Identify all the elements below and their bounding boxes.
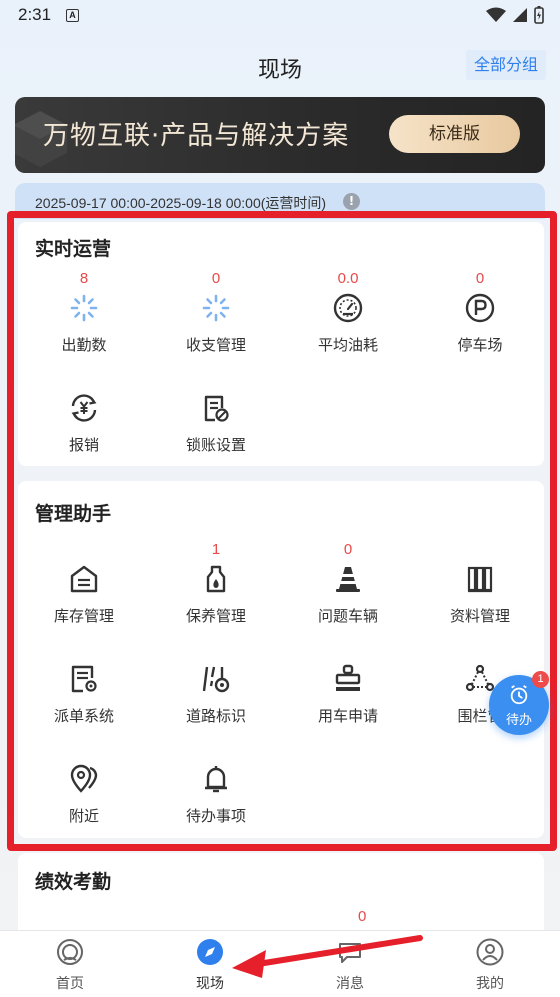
user-icon <box>476 938 504 966</box>
tab-home[interactable]: 首页 <box>0 931 140 997</box>
section-title-assistant: 管理助手 <box>35 499 111 528</box>
grid-item-parking[interactable]: 0 停车场 <box>414 270 546 362</box>
reimburse-label: 报销 <box>68 436 99 454</box>
wifi-icon <box>486 7 506 22</box>
stamp-icon <box>335 664 361 691</box>
documents-label: 资料管理 <box>449 607 510 625</box>
bottom-tab-bar: 首页 现场 消息 我的 <box>0 930 560 997</box>
todo-float-badge: 1 <box>532 671 549 688</box>
grid-item-car-request[interactable]: 用车申请 <box>282 643 414 733</box>
grid-item-lock-account[interactable]: 锁账设置 <box>150 372 282 462</box>
tab-home-label: 首页 <box>56 976 84 992</box>
income-expense-count: 0 <box>211 270 221 287</box>
warehouse-icon <box>70 565 98 593</box>
todo-float-label: 待办 <box>505 713 532 728</box>
grid-item-fuel[interactable]: 0.0 平均油耗 <box>282 270 414 362</box>
tab-mine-label: 我的 <box>476 976 504 992</box>
tab-messages-label: 消息 <box>336 976 364 992</box>
status-icons <box>486 6 544 24</box>
grid-item-nearby[interactable]: 附近 <box>18 743 150 833</box>
operating-time-text: 2025-09-17 00:00-2025-09-18 00:00(运营时间) <box>35 195 327 211</box>
problem-vehicle-count: 0 <box>343 541 353 558</box>
banner-text: 万物互联·产品与解决方案 <box>43 121 350 151</box>
tab-mine[interactable]: 我的 <box>420 931 560 997</box>
traffic-cone-icon <box>336 567 360 592</box>
grid-item-documents[interactable]: 资料管理 <box>414 543 546 633</box>
performance-count: 0 <box>358 908 367 925</box>
home-target-icon <box>57 939 83 965</box>
info-icon[interactable]: ! <box>343 193 360 210</box>
realtime-operation-card: 实时运营 8 出勤数 0 收支管理 0.0 平均油耗 0 停车场 报销 锁账设置 <box>18 222 544 466</box>
section-title-performance: 绩效考勤 <box>35 867 111 896</box>
bell-icon <box>205 766 227 793</box>
binders-icon <box>467 566 493 593</box>
message-icon <box>339 943 361 963</box>
grid-item-dispatch[interactable]: 派单系统 <box>18 643 150 733</box>
promo-banner[interactable]: 万物互联·产品与解决方案 标准版 <box>15 97 545 173</box>
operating-time-strip[interactable]: 2025-09-17 00:00-2025-09-18 00:00(运营时间) … <box>15 183 545 219</box>
attendance-label: 出勤数 <box>61 336 107 354</box>
location-pins-icon <box>70 764 98 793</box>
gauge-icon <box>333 293 363 323</box>
loading-icon <box>202 294 230 322</box>
tab-site[interactable]: 现场 <box>140 931 280 997</box>
car-request-label: 用车申请 <box>317 707 378 725</box>
nearby-label: 附近 <box>68 807 99 825</box>
maintenance-count: 1 <box>211 541 221 558</box>
road-sign-icon <box>202 666 230 693</box>
signal-icon <box>513 8 527 22</box>
status-bar: 2:31 A <box>0 0 560 32</box>
status-time: 2:31 <box>18 5 52 24</box>
todo-label: 待办事项 <box>185 807 246 825</box>
grid-item-problem-vehicle[interactable]: 0 问题车辆 <box>282 541 414 633</box>
inventory-label: 库存管理 <box>53 607 114 625</box>
compass-icon <box>197 939 223 965</box>
maintenance-label: 保养管理 <box>185 607 246 625</box>
parking-icon <box>465 293 495 323</box>
lock-account-label: 锁账设置 <box>185 436 246 454</box>
attendance-count: 8 <box>79 270 89 287</box>
notification-a-icon: A <box>66 9 79 22</box>
all-groups-button[interactable]: 全部分组 <box>465 50 546 80</box>
fence-icon <box>465 664 495 692</box>
grid-item-inventory[interactable]: 库存管理 <box>18 543 150 633</box>
fuel-count: 0.0 <box>337 270 359 287</box>
oil-bottle-icon <box>206 565 226 593</box>
grid-item-road-sign[interactable]: 道路标识 <box>150 643 282 733</box>
fuel-label: 平均油耗 <box>317 336 378 354</box>
tab-site-label: 现场 <box>196 976 224 992</box>
yen-refresh-icon <box>71 394 97 422</box>
problem-vehicle-label: 问题车辆 <box>317 607 378 625</box>
management-assistant-card: 管理助手 库存管理 1 保养管理 0 问题车辆 资料管理 派单系统 道路标识 用… <box>18 481 544 838</box>
road-sign-label: 道路标识 <box>185 707 246 725</box>
dispatch-doc-icon <box>71 665 97 693</box>
loading-icon <box>70 294 98 322</box>
income-expense-label: 收支管理 <box>185 336 246 354</box>
alarm-clock-icon <box>510 685 528 705</box>
standard-edition-button[interactable]: 标准版 <box>389 115 520 153</box>
dispatch-label: 派单系统 <box>53 707 114 725</box>
tab-messages[interactable]: 消息 <box>280 931 420 997</box>
document-lock-icon <box>204 395 229 422</box>
parking-count: 0 <box>475 270 485 287</box>
battery-icon <box>534 6 544 24</box>
header: 现场 全部分组 <box>0 40 560 92</box>
grid-item-attendance[interactable]: 8 出勤数 <box>18 270 150 362</box>
grid-item-income-expense[interactable]: 0 收支管理 <box>150 270 282 362</box>
grid-item-maintenance[interactable]: 1 保养管理 <box>150 541 282 633</box>
grid-item-todo[interactable]: 待办事项 <box>150 743 282 833</box>
parking-label: 停车场 <box>457 336 503 354</box>
grid-item-reimburse[interactable]: 报销 <box>18 372 150 462</box>
section-title-realtime: 实时运营 <box>35 234 111 263</box>
